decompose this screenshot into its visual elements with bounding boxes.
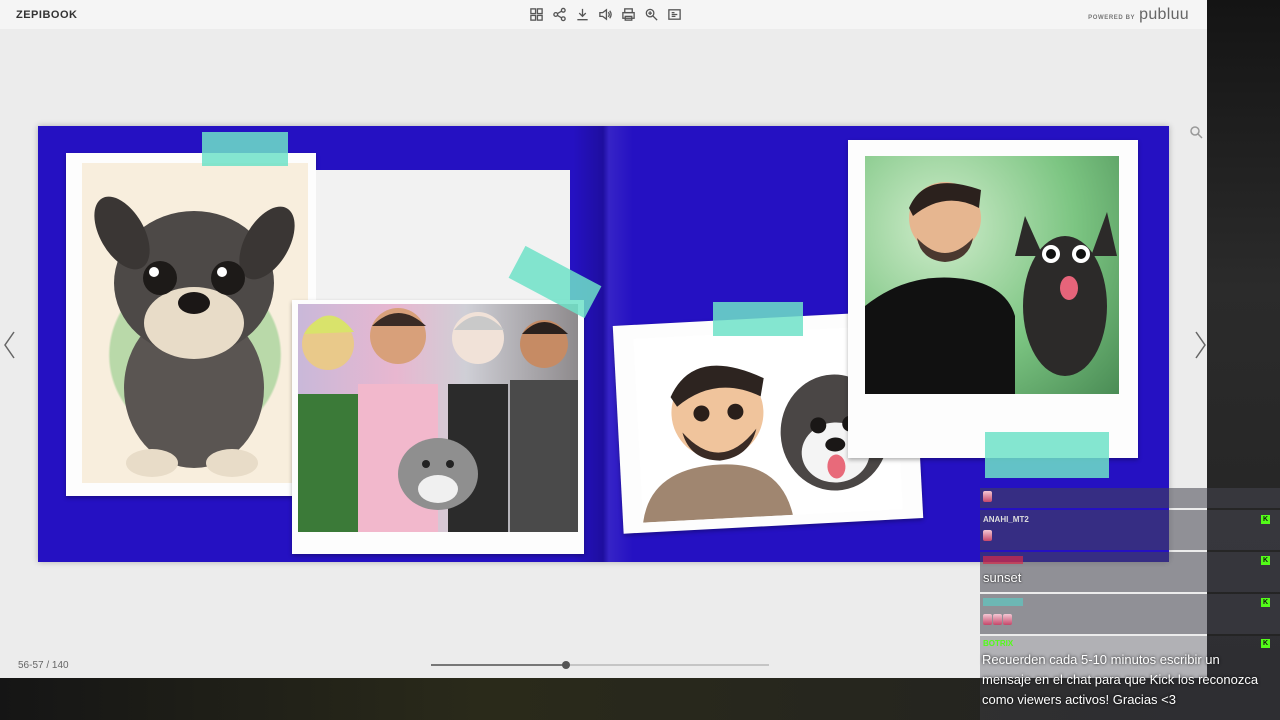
stream-chat-overlay: ANAHI_MT2 K K sunset K BOTRIX K Recuerde… [980,488,1280,720]
share-icon[interactable] [550,5,569,24]
page-slider[interactable] [431,661,769,669]
download-icon[interactable] [573,5,592,24]
toolbar-icons [527,5,684,24]
photo-schnauzer-puppy [66,153,316,496]
kick-badge-icon: K [1261,639,1270,648]
page-slider-thumb[interactable] [562,661,571,669]
chat-message-text: sunset [983,570,1022,585]
emote-icon [983,614,992,625]
page-slider-fill [431,664,567,666]
emote-icon [983,530,992,541]
photo-group-with-dog [292,300,584,554]
chat-message-text: Recuerden cada 5-10 minutos escribir un … [982,652,1259,707]
emote-icon [1003,614,1012,625]
tape-strip [202,132,288,166]
chat-emotes [983,614,1012,625]
chat-message: ANAHI_MT2 K [980,510,1280,550]
chat-username [983,598,1023,606]
emote-icon [993,614,1002,625]
chat-username: ANAHI_MT2 [983,515,1029,524]
previous-page-arrow-icon[interactable] [2,330,18,360]
tape-strip [713,302,803,336]
top-toolbar: ZEPIBOOK POWERED BY publuu [0,0,1207,29]
powered-by-label: POWERED BY [1088,15,1136,21]
zoom-icon[interactable] [642,5,661,24]
sound-icon[interactable] [596,5,615,24]
chat-emotes [983,491,992,502]
schnauzer-drawing [94,196,295,477]
next-page-arrow-icon[interactable] [1192,330,1208,360]
chat-message [980,488,1280,508]
emote-icon [983,491,992,502]
brand-title: ZEPIBOOK [16,9,78,21]
photo-man-with-yorkie [848,140,1138,458]
kick-badge-icon: K [1261,515,1270,524]
print-icon[interactable] [619,5,638,24]
page-zoom-icon[interactable] [1189,125,1203,139]
chat-message: K [980,594,1280,634]
publuu-logo: publuu [1139,6,1189,23]
kick-badge-icon: K [1261,556,1270,565]
thumbnails-icon[interactable] [527,5,546,24]
chat-username: BOTRIX [983,639,1014,648]
chat-message: K sunset [980,552,1280,592]
chat-message: BOTRIX K Recuerden cada 5-10 minutos esc… [980,636,1280,720]
tape-strip [985,432,1109,478]
man-yorkie-drawing [865,182,1117,394]
chat-emotes [983,530,992,541]
fullscreen-icon[interactable] [665,5,684,24]
page-indicator: 56-57 / 140 [18,660,69,671]
chat-username [983,556,1023,564]
group-drawing [298,308,578,532]
kick-badge-icon: K [1261,598,1270,607]
powered-by-publuu[interactable]: POWERED BY publuu [1088,6,1189,24]
